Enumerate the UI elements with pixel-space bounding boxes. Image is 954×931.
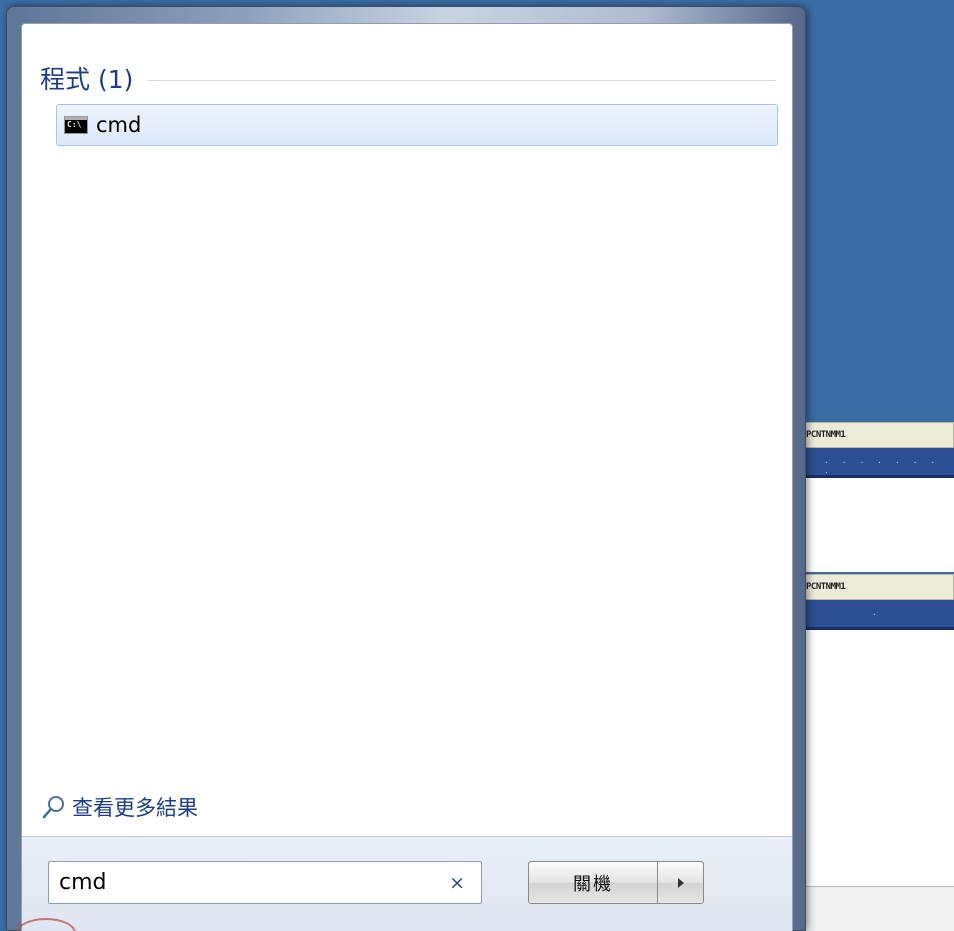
see-more-results-label: 查看更多結果 xyxy=(72,796,198,820)
cmd-console-icon: C:\ xyxy=(64,116,88,134)
result-item-cmd[interactable]: C:\ cmd xyxy=(56,104,778,146)
shutdown-control: 關機 xyxy=(528,861,704,904)
shutdown-options-button[interactable] xyxy=(658,861,704,904)
see-more-results-link[interactable]: 查看更多結果 xyxy=(42,792,198,822)
background-window-b-statusbar: . xyxy=(795,600,954,630)
search-results-pane: 程式 (1) C:\ cmd 查看更多結果 cmd × 關機 xyxy=(21,23,793,931)
screen: PCNTNMM1 . . . . . . . . PCNTNMM1 . 程式 (… xyxy=(0,0,954,931)
shutdown-button[interactable]: 關機 xyxy=(528,861,658,904)
magnifier-icon xyxy=(42,794,66,820)
clear-search-icon[interactable]: × xyxy=(449,872,465,894)
background-window-b-lower xyxy=(795,886,954,931)
background-window-b: PCNTNMM1 . xyxy=(795,574,954,931)
triangle-right-icon xyxy=(677,877,684,888)
background-window-a-statusbar: . . . . . . . . xyxy=(795,448,954,478)
search-input-value: cmd xyxy=(59,870,107,895)
group-divider xyxy=(147,79,776,81)
programs-group-title: 程式 (1) xyxy=(40,65,134,94)
search-input[interactable]: cmd × xyxy=(48,861,482,904)
programs-group-header: 程式 (1) xyxy=(40,60,776,96)
search-footer: cmd × 關機 xyxy=(22,836,792,931)
background-window-a: PCNTNMM1 . . . . . . . . xyxy=(795,422,954,572)
start-menu: 程式 (1) C:\ cmd 查看更多結果 cmd × 關機 xyxy=(6,6,806,931)
background-window-b-title: PCNTNMM1 xyxy=(795,574,954,600)
background-window-a-title: PCNTNMM1 xyxy=(795,422,954,448)
result-item-label: cmd xyxy=(96,113,142,137)
